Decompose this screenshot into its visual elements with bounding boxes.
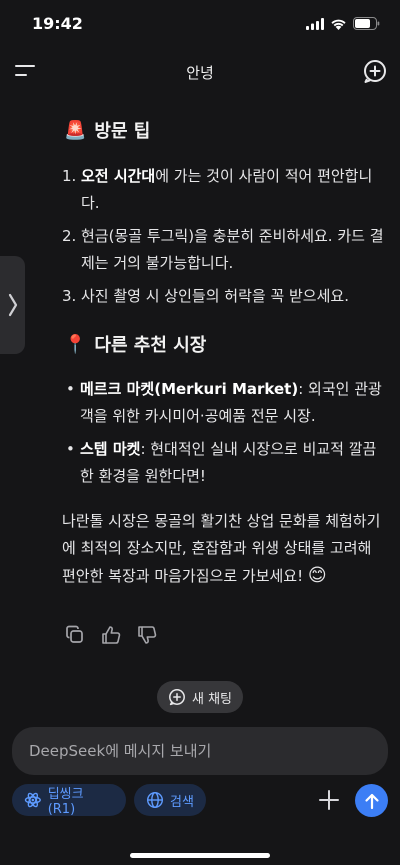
closing-text: 나란톨 시장은 몽골의 활기찬 상업 문화를 체험하기에 최적의 장소지만, 혼… — [62, 512, 381, 585]
message-input-placeholder: DeepSeek에 메시지 보내기 — [29, 742, 212, 760]
list-item-text: 메르크 마켓(Merkuri Market): 외국인 관광객을 위한 카시미어… — [66, 376, 386, 430]
new-chat-icon[interactable] — [362, 58, 388, 84]
message-input[interactable]: DeepSeek에 메시지 보내기 — [12, 727, 388, 775]
attach-plus-icon[interactable] — [318, 789, 340, 811]
status-icons — [306, 17, 380, 30]
search-toggle[interactable]: 검색 — [134, 784, 206, 816]
markets-heading-text: 다른 추천 시장 — [94, 335, 207, 356]
list-item-text: 현금(몽골 투그릭)을 충분히 준비하세요. 카드 결제는 거의 불가능합니다. — [81, 227, 384, 272]
list-item: 1. 오전 시간대에 가는 것이 사람이 적어 편안합니다. — [62, 163, 384, 217]
copy-icon[interactable] — [64, 624, 86, 646]
pin-emoji: 📍 — [64, 333, 87, 355]
sidebar-toggle-handle[interactable] — [0, 256, 25, 354]
status-time: 19:42 — [32, 14, 83, 33]
list-number: 2. — [62, 227, 77, 245]
list-item: 2. 현금(몽골 투그릭)을 충분히 준비하세요. 카드 결제는 거의 불가능합… — [62, 223, 384, 277]
siren-emoji: 🚨 — [64, 119, 87, 141]
bullet: • — [66, 440, 75, 458]
new-chat-icon — [169, 689, 185, 706]
atom-icon — [24, 792, 41, 808]
tips-heading: 🚨 방문 팁 — [64, 117, 150, 143]
list-item-bold: 오전 시간대 — [81, 167, 156, 185]
closing-paragraph: 나란톨 시장은 몽골의 활기찬 상업 문화를 체험하기에 최적의 장소지만, 혼… — [62, 508, 386, 590]
deepthink-label: 딥씽크 (R1) — [47, 787, 84, 817]
status-bar: 19:42 — [0, 0, 400, 50]
new-chat-button[interactable]: 새 채팅 — [157, 681, 243, 713]
bullet: • — [66, 380, 75, 398]
list-item: • 스텝 마켓: 현대적인 실내 시장으로 비교적 깔끔한 환경을 원한다면! — [66, 436, 386, 490]
markets-heading: 📍 다른 추천 시장 — [64, 331, 206, 357]
list-item: 3. 사진 촬영 시 상인들의 허락을 꼭 받으세요. — [62, 283, 384, 310]
list-item: • 메르크 마켓(Merkuri Market): 외국인 관광객을 위한 카시… — [66, 376, 386, 430]
globe-icon — [146, 791, 164, 809]
page-title: 안녕 — [186, 64, 214, 82]
list-item-text: 오전 시간대에 가는 것이 사람이 적어 편안합니다. — [62, 163, 384, 217]
thumbs-up-icon[interactable] — [100, 624, 122, 646]
wifi-icon — [331, 19, 346, 30]
list-item-text: 사진 촬영 시 상인들의 허락을 꼭 받으세요. — [81, 287, 349, 305]
list-item-bold: 스텝 마켓 — [80, 440, 141, 458]
battery-icon — [353, 17, 380, 30]
list-number: 1. — [62, 167, 77, 185]
list-number: 3. — [62, 287, 77, 305]
message-actions — [64, 624, 158, 646]
arrow-up-icon — [364, 793, 379, 809]
app-header: 안녕 — [0, 50, 400, 92]
search-label: 검색 — [170, 794, 194, 810]
thumbs-down-icon[interactable] — [136, 624, 158, 646]
send-button[interactable] — [355, 784, 388, 817]
cellular-signal-icon — [306, 17, 324, 30]
chevron-right-icon — [8, 293, 17, 317]
smile-emoji: 😊 — [307, 565, 327, 586]
list-item-text: 스텝 마켓: 현대적인 실내 시장으로 비교적 깔끔한 환경을 원한다면! — [66, 436, 386, 490]
new-chat-label: 새 채팅 — [191, 691, 232, 707]
tips-heading-text: 방문 팁 — [94, 121, 151, 142]
list-item-bold: 메르크 마켓(Merkuri Market) — [80, 380, 299, 398]
deepthink-toggle[interactable]: 딥씽크 (R1) — [12, 784, 126, 817]
home-indicator — [130, 853, 270, 858]
